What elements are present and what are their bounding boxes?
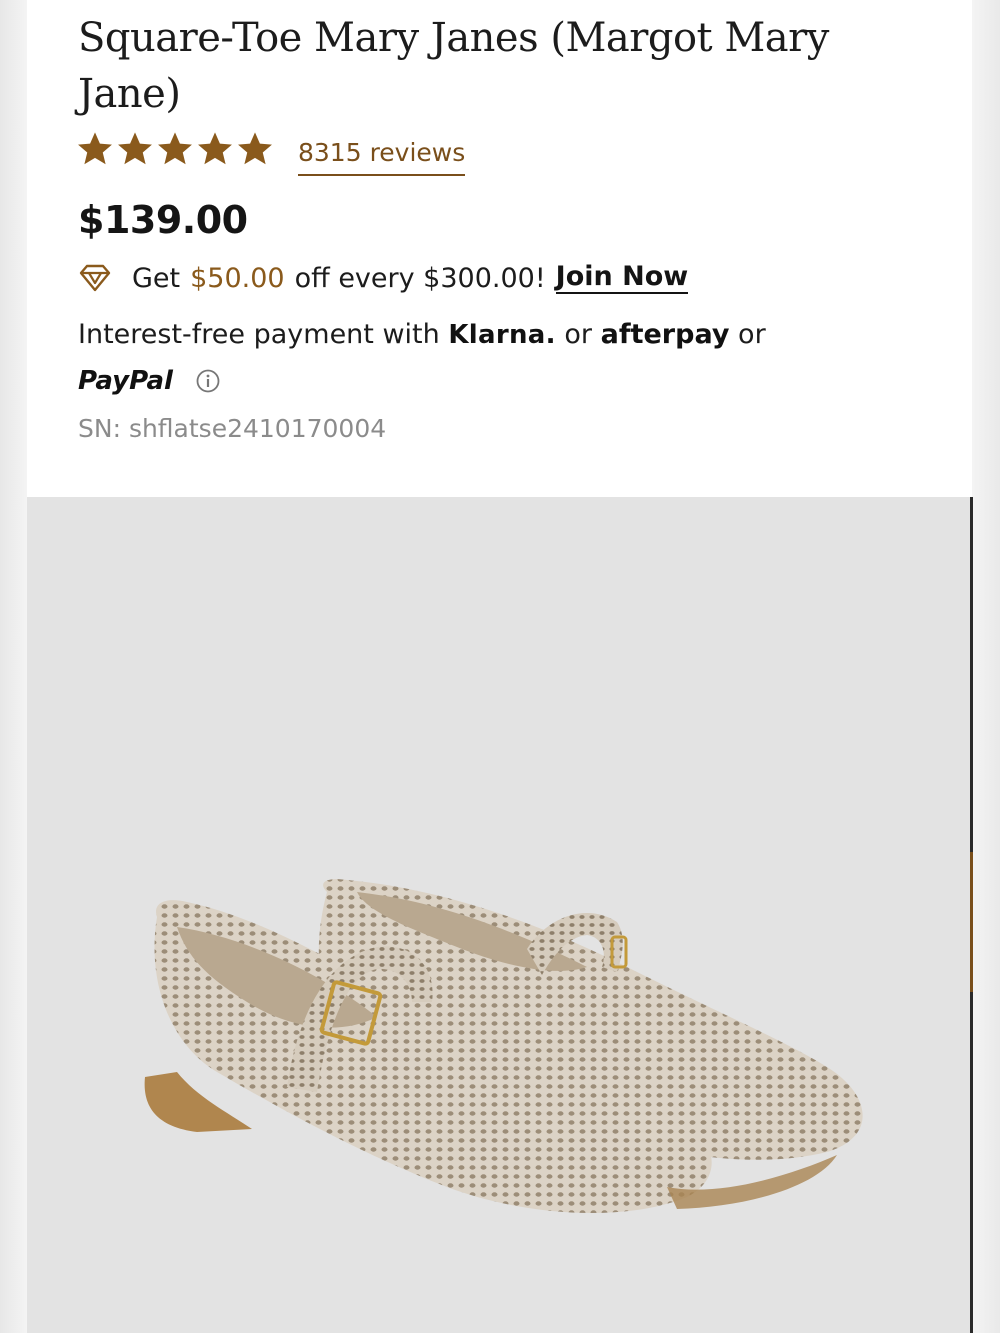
product-price: $139.00	[78, 198, 248, 242]
star-icon	[78, 132, 112, 165]
serial-number: SN: shflatse2410170004	[78, 414, 387, 443]
info-icon[interactable]	[196, 369, 220, 393]
star-icon	[198, 132, 232, 165]
payment-text: Interest-free payment with	[78, 319, 440, 350]
rating-stars	[76, 130, 274, 168]
product-image[interactable]	[27, 497, 970, 1333]
afterpay-logo: afterpay	[600, 319, 730, 350]
scrollbar-thumb[interactable]	[970, 852, 973, 992]
product-title: Square-Toe Mary Janes (Margot Mary Jane)	[78, 15, 829, 117]
shoe-image	[144, 879, 863, 1214]
star-icon	[238, 132, 272, 165]
reviews-link[interactable]: 8315 reviews	[298, 138, 466, 176]
payment-or: or	[564, 319, 593, 350]
join-now-link[interactable]: Join Now	[555, 262, 689, 294]
product-info-card: Square-Toe Mary Janes (Margot Mary Jane)…	[27, 0, 972, 497]
image-scrollbar[interactable]	[970, 497, 973, 1333]
promo-text-before: Get	[132, 262, 181, 294]
promo-text-after: off every $300.00!	[294, 262, 546, 294]
star-icon	[158, 132, 192, 165]
membership-promo: Get $50.00 off every $300.00! Join Now	[78, 260, 689, 296]
promo-amount: $50.00	[190, 262, 285, 294]
payment-or: or	[738, 319, 766, 350]
paypal-logo: PayPal	[78, 366, 173, 396]
star-icon	[118, 132, 152, 165]
klarna-logo: Klarna.	[448, 320, 556, 350]
payment-options: Interest-free payment with Klarna. or af…	[78, 312, 958, 404]
diamond-icon	[79, 264, 111, 292]
